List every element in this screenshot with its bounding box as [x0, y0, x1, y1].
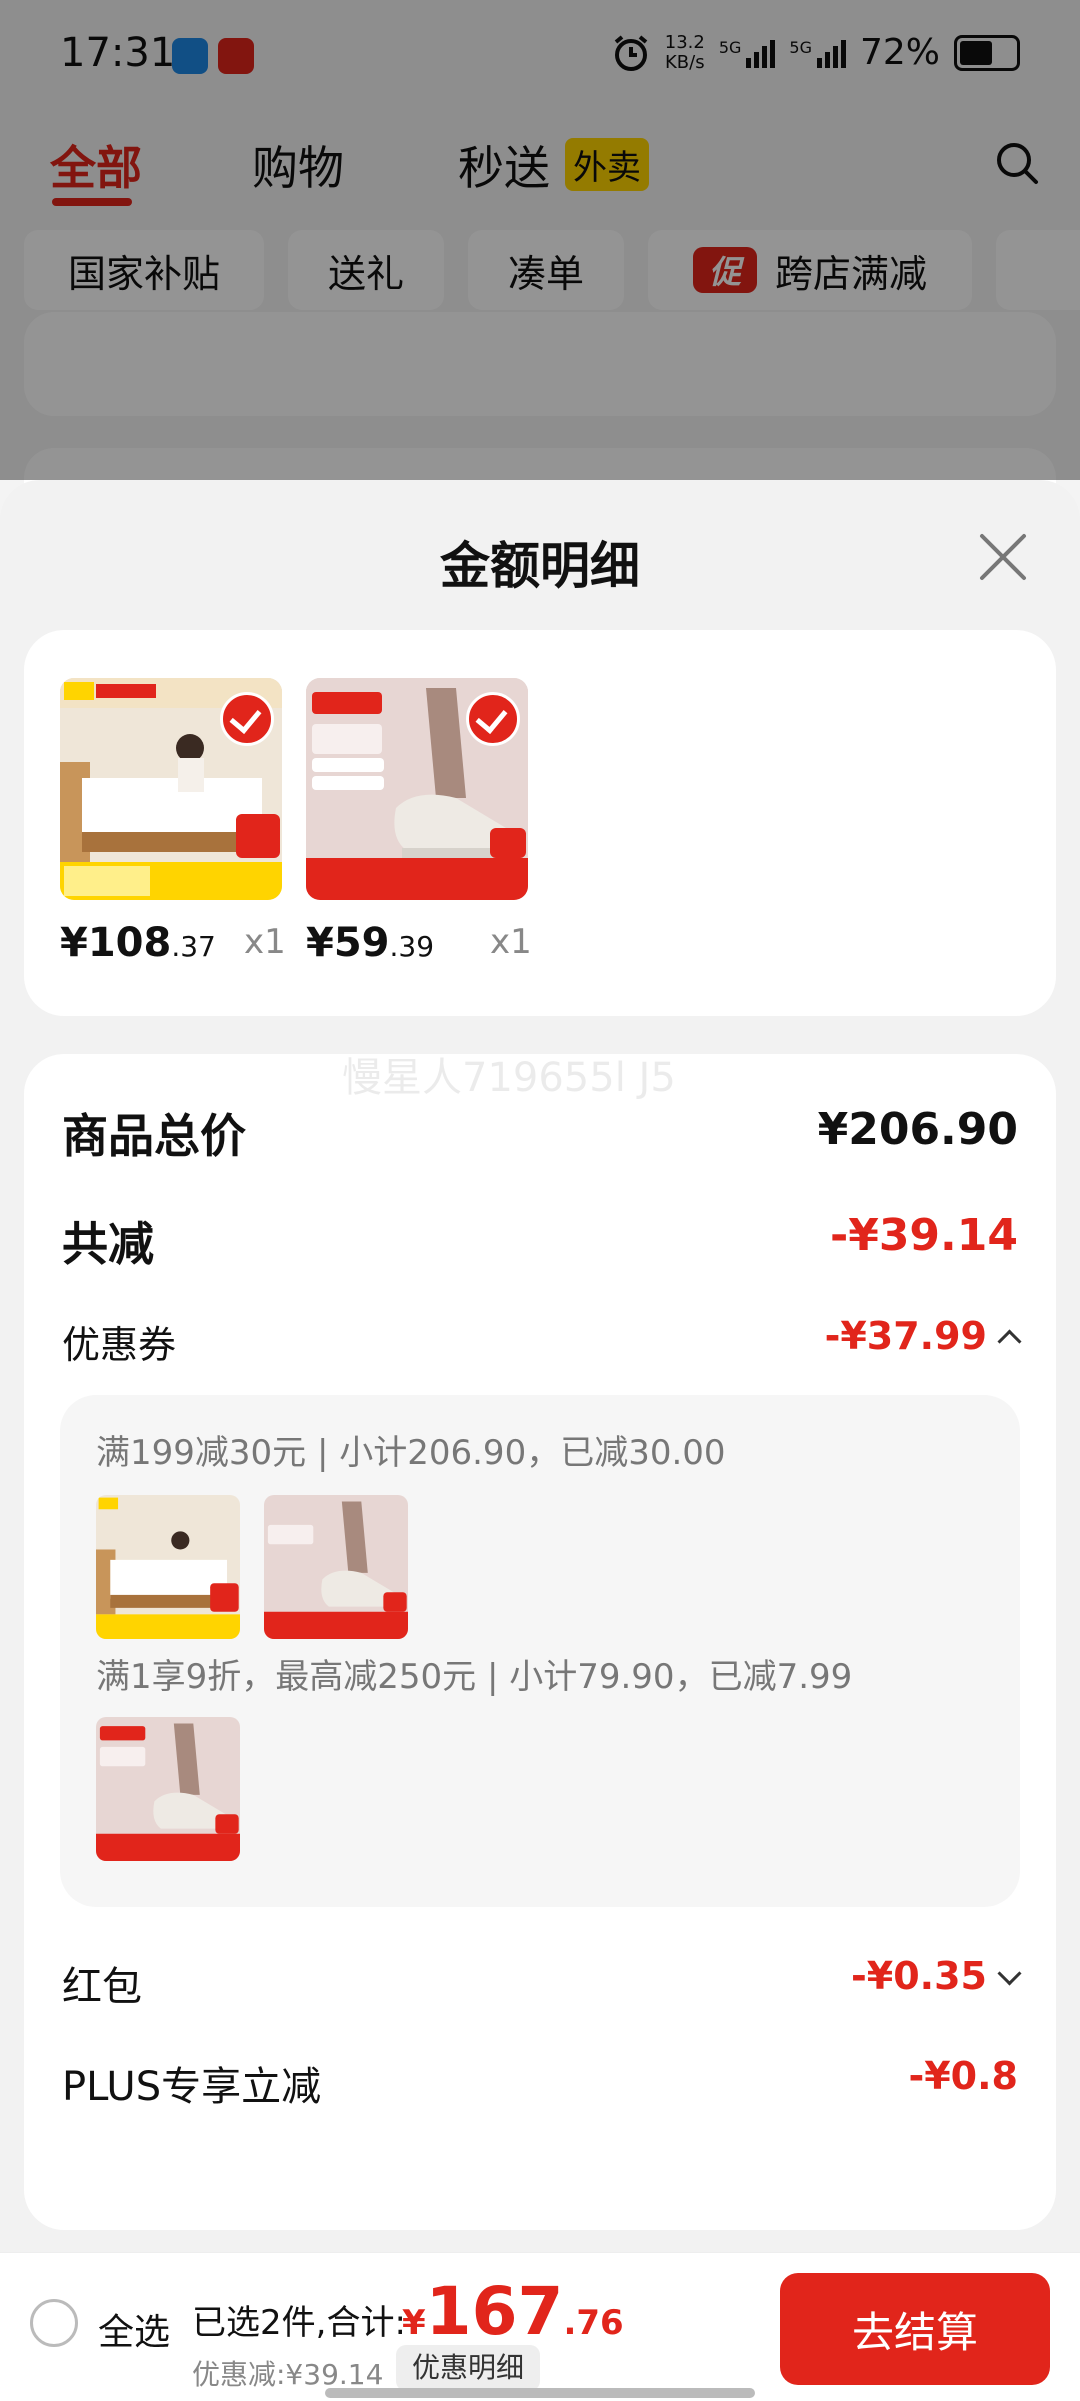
dim-overlay[interactable] [0, 0, 1080, 480]
checkout-button[interactable]: 去结算 [780, 2273, 1050, 2385]
sheet-title: 金额明细 [440, 537, 640, 595]
discount-detail-button[interactable]: 优惠明细 [396, 2345, 541, 2391]
shoes-image [264, 1495, 408, 1639]
amount-detail-sheet: 金额明细 ¥108.37 x1 ¥59.39 x1 商品总价 ¥206.90 慢… [0, 480, 1080, 2400]
selected-summary: 已选2件,合计: [192, 2303, 406, 2343]
redpacket-label: 红包 [62, 1964, 142, 2010]
chevron-down-icon [997, 1961, 1022, 1986]
home-indicator[interactable] [325, 2388, 755, 2398]
item-price: ¥59.39 [306, 920, 435, 966]
discount-label: 共减 [62, 1217, 154, 1271]
close-icon[interactable] [976, 530, 1030, 584]
coupon-item-thumb-mattress [96, 1495, 240, 1639]
discount-summary: 优惠减:¥39.14 [192, 2358, 384, 2391]
selected-check-icon [466, 692, 520, 746]
item-price: ¥108.37 [60, 920, 216, 966]
select-all-radio[interactable] [30, 2299, 78, 2347]
redpacket-toggle[interactable]: -¥0.35 [851, 1954, 1022, 1998]
total-value: ¥206.90 [817, 1104, 1018, 1155]
chevron-up-icon [997, 1329, 1022, 1354]
mattress-image [96, 1495, 240, 1639]
coupon-label: 优惠券 [62, 1323, 177, 1367]
coupon-item-thumb-shoes [264, 1495, 408, 1639]
product-thumb-shoes[interactable] [306, 678, 528, 900]
bottom-bar: 全选 已选2件,合计: ¥167.76 优惠减:¥39.14 优惠明细 去结算 [0, 2252, 1080, 2401]
coupon-line: 满1享9折，最高减250元 | 小计79.90，已减7.99 [96, 1657, 853, 1697]
plus-value: -¥0.8 [908, 2054, 1018, 2098]
shoes-image [96, 1717, 240, 1861]
select-all-label[interactable]: 全选 [98, 2303, 170, 2355]
product-thumb-mattress[interactable] [60, 678, 282, 900]
total-amount: ¥167.76 [402, 2273, 624, 2350]
coupon-item-thumb-shoes [96, 1717, 240, 1861]
coupon-value: -¥37.99 [824, 1314, 987, 1358]
redpacket-value: -¥0.35 [851, 1954, 987, 1998]
selected-check-icon [220, 692, 274, 746]
coupon-toggle[interactable]: -¥37.99 [824, 1314, 1022, 1358]
product-card: ¥108.37 x1 ¥59.39 x1 [24, 630, 1056, 1016]
coupon-line: 满199减30元 | 小计206.90，已减30.00 [96, 1433, 726, 1473]
watermark: 慢星人719655l J5 [342, 1055, 676, 1101]
item-qty: x1 [244, 922, 286, 962]
plus-label: PLUS专享立减 [62, 2064, 322, 2110]
coupon-detail-box: 满199减30元 | 小计206.90，已减30.00 满1享9折，最高减250… [60, 1395, 1020, 1907]
total-label: 商品总价 [62, 1109, 246, 1163]
item-qty: x1 [490, 922, 532, 962]
discount-value: -¥39.14 [829, 1210, 1018, 1261]
